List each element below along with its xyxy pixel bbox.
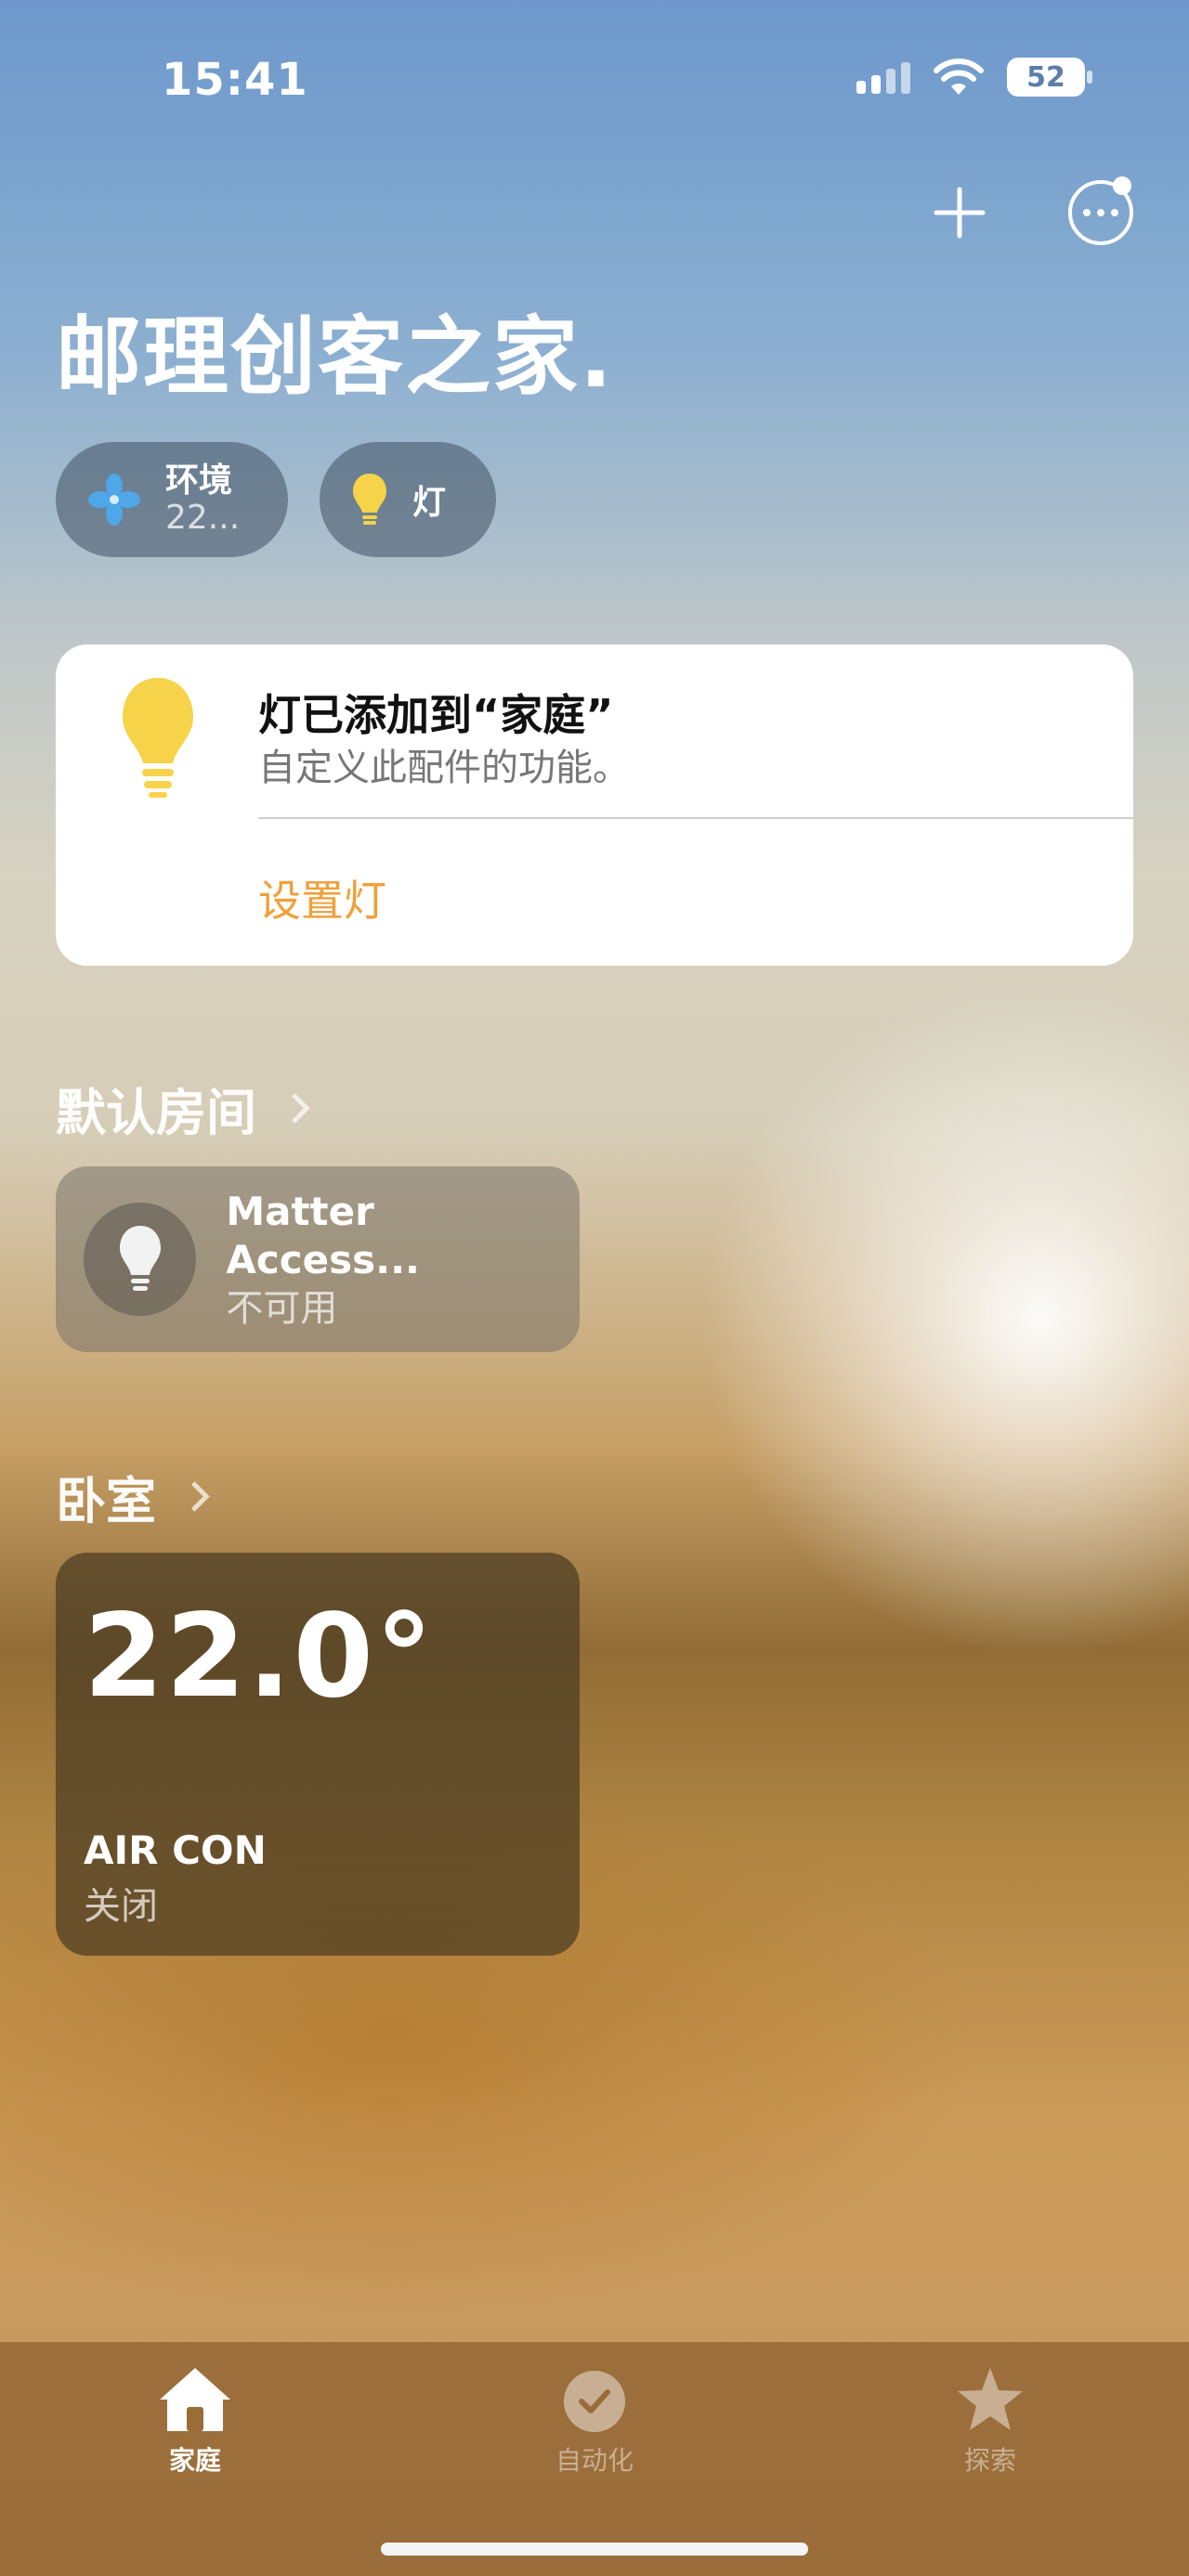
fan-icon <box>88 474 140 526</box>
house-icon <box>160 2368 230 2431</box>
lightbulb-icon <box>353 474 386 525</box>
wifi-icon <box>934 59 984 95</box>
star-icon <box>958 2368 1023 2430</box>
clock-check-icon <box>564 2371 625 2432</box>
card-subtitle: 自定义此配件的功能。 <box>258 747 630 789</box>
temperature-value: 22.0° <box>84 1590 435 1724</box>
setup-light-button[interactable]: 设置灯 <box>258 867 386 929</box>
tab-label: 探索 <box>963 2445 1016 2476</box>
top-actions <box>927 176 1133 245</box>
chip-climate[interactable]: 环境 22... <box>56 442 288 557</box>
accessory-status: 不可用 <box>226 1286 338 1330</box>
chip-climate-title: 环境 <box>165 462 233 501</box>
status-icons: 52 <box>856 58 1092 97</box>
tab-home[interactable]: 家庭 <box>93 2364 297 2478</box>
card-title: 灯已添加到“家庭” <box>258 690 614 740</box>
accessory-icon-circle <box>84 1203 197 1316</box>
chip-lights-title: 灯 <box>412 484 447 522</box>
ellipsis-icon <box>1083 209 1118 216</box>
tab-bar: 家庭 自动化 探索 <box>0 2342 1189 2576</box>
home-indicator[interactable] <box>381 2543 808 2556</box>
climate-tile[interactable]: 22.0° AIR CON 关闭 <box>56 1553 580 1956</box>
tab-label: 家庭 <box>168 2445 221 2476</box>
tab-label: 自动化 <box>555 2445 634 2476</box>
battery-icon: 52 <box>1007 58 1092 97</box>
card-divider <box>258 817 1133 819</box>
more-button[interactable] <box>1068 176 1133 245</box>
category-chips: 环境 22... 灯 <box>56 442 496 557</box>
cellular-signal-icon <box>856 60 910 94</box>
tab-discover[interactable]: 探索 <box>888 2364 1092 2478</box>
chip-lights[interactable]: 灯 <box>320 442 496 557</box>
room-header-bedroom[interactable]: 卧室 <box>56 1460 210 1533</box>
status-time: 15:41 <box>162 54 308 106</box>
room-name: 默认房间 <box>56 1084 256 1142</box>
climate-device-status: 关闭 <box>84 1885 158 1928</box>
chevron-right-icon <box>280 1093 310 1124</box>
plus-icon <box>934 187 986 239</box>
accessory-tile[interactable]: Matter Access... 不可用 <box>56 1166 580 1352</box>
add-button[interactable] <box>927 180 992 245</box>
accessory-name: Matter Access... <box>226 1188 420 1283</box>
home-title: 邮理创客之家. <box>56 307 614 407</box>
lightbulb-icon <box>121 676 195 804</box>
room-name: 卧室 <box>56 1472 156 1530</box>
accessory-added-card[interactable]: 灯已添加到“家庭” 自定义此配件的功能。 设置灯 <box>56 644 1133 966</box>
notification-dot <box>1113 176 1131 195</box>
chip-climate-value: 22... <box>165 499 241 537</box>
climate-device-name: AIR CON <box>84 1828 267 1873</box>
lightbulb-icon <box>119 1226 161 1291</box>
room-header-default[interactable]: 默认房间 <box>56 1072 310 1145</box>
tab-automation[interactable]: 自动化 <box>492 2364 697 2478</box>
chevron-right-icon <box>179 1481 210 1512</box>
